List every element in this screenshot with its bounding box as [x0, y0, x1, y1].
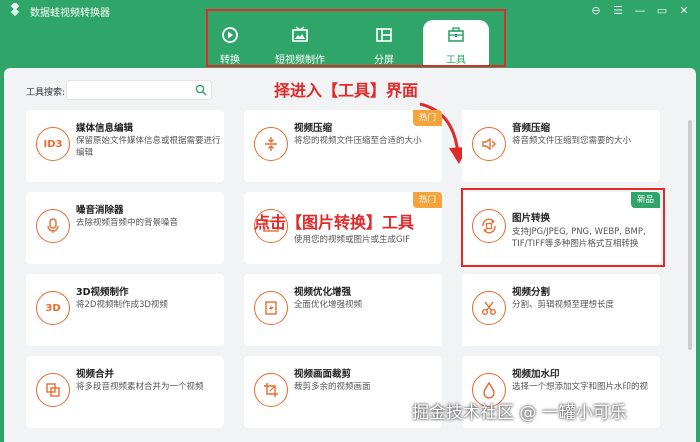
scissors-icon [472, 291, 506, 325]
tool-card-noise-remover[interactable]: 噪音消除器 去除视频音频中的背景噪音 [26, 192, 224, 264]
maximize-icon[interactable]: ▭ [652, 3, 672, 19]
scrollbar[interactable] [688, 120, 692, 350]
tools-panel: 工具搜索: 择进入【工具】界面 ID3 媒体信息编辑 保留原始文件媒体信息或根据… [4, 68, 696, 442]
noise-icon [36, 209, 70, 243]
app-window: 数据蛙视频转换器 ⊖ ☰ — ▭ ✕ 转换 短视频制作 分屏 工具 工具搜索: … [0, 0, 700, 442]
tab-tools[interactable]: 工具 [423, 20, 489, 66]
tool-card-3d-video[interactable]: 3D 3D视频制作 将2D视频制作成3D视频 [26, 274, 224, 346]
main-tabs: 转换 短视频制作 分屏 工具 [205, 14, 506, 66]
annotation-step1: 择进入【工具】界面 [274, 81, 419, 100]
3d-icon: 3D [36, 291, 70, 325]
tool-card-video-compress[interactable]: 视频压缩 将您的视频文件压缩至合适的大小 热门 [244, 110, 442, 182]
search-box [66, 80, 212, 102]
menu-icon[interactable]: ☰ [608, 3, 628, 19]
hot-badge: 热门 [412, 110, 442, 126]
tool-card-image-convert[interactable]: 图片转换 支持JPG/JPEG, PNG, WEBP, BMP, TIF/TIF… [462, 192, 660, 264]
tool-card-video-split[interactable]: 视频分割 分割、剪辑视频至理想长度 [462, 274, 660, 346]
tool-card-audio-compress[interactable]: 音频压缩 将音频文件压缩到您需要的大小 [462, 110, 660, 182]
id3-icon: ID3 [36, 127, 70, 161]
tool-card-video-enhance[interactable]: 视频优化增强 全面优化增强视频 [244, 274, 442, 346]
tool-card-media-info[interactable]: ID3 媒体信息编辑 保留原始文件媒体信息或根据需要进行编辑 [26, 110, 224, 182]
convert-icon [222, 27, 238, 43]
hot-badge: 热门 [412, 192, 442, 208]
split-screen-icon [376, 28, 392, 42]
search-label: 工具搜索: [26, 88, 66, 98]
crop-icon [254, 373, 288, 407]
settings-icon[interactable]: ⊖ [586, 3, 606, 19]
tv-icon [292, 26, 308, 42]
search-input[interactable] [67, 84, 187, 102]
tab-short-video[interactable]: 短视频制作 [255, 14, 345, 66]
new-badge: 新品 [630, 192, 660, 208]
app-title: 数据蛙视频转换器 [30, 8, 110, 19]
compress-icon [254, 127, 288, 161]
close-icon[interactable]: ✕ [674, 3, 694, 19]
tab-convert[interactable]: 转换 [205, 14, 255, 66]
watermark-text: 掘金技术社区 @ 一罐小可乐 [412, 403, 627, 423]
enhance-icon [254, 291, 288, 325]
tab-split-screen[interactable]: 分屏 [345, 14, 423, 66]
toolbox-icon [448, 27, 464, 42]
app-logo-icon [10, 3, 20, 17]
audio-compress-icon [472, 127, 506, 161]
tool-card-video-merge[interactable]: 视频合并 将多段音视频素材合并为一个视频 [26, 356, 224, 428]
image-convert-icon [472, 209, 506, 243]
search-icon[interactable] [195, 84, 207, 96]
merge-icon [36, 373, 70, 407]
annotation-step2: 点击【图片转换】工具 [254, 213, 415, 232]
minimize-icon[interactable]: — [630, 3, 650, 19]
window-controls: ⊖ ☰ — ▭ ✕ [586, 3, 694, 19]
